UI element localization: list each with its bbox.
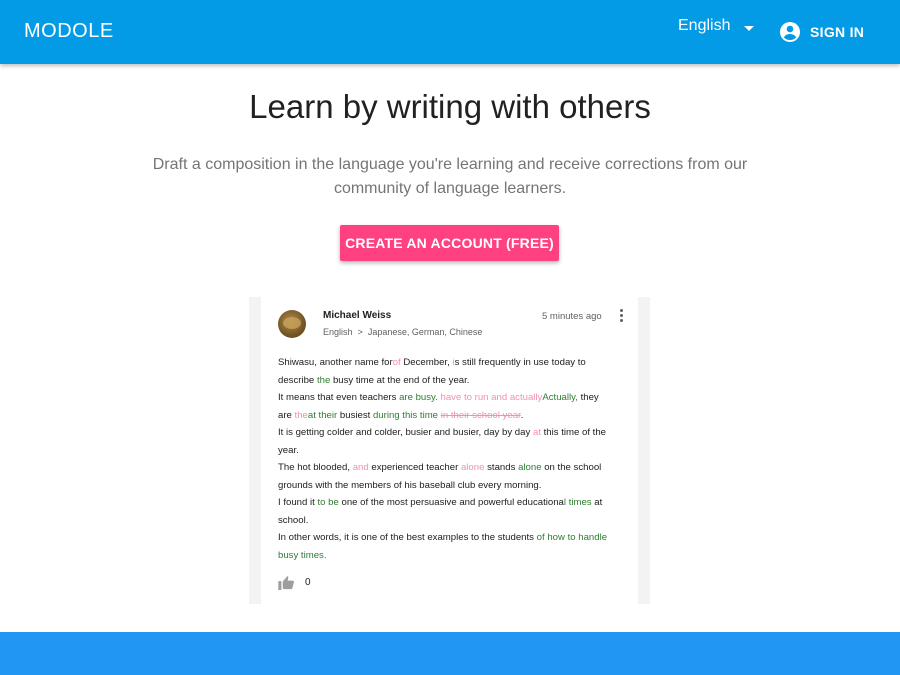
correction-insert: of how to handle: [536, 532, 608, 543]
hero-subtitle-line-2: community of language learners.: [333, 180, 567, 197]
language-select[interactable]: English: [678, 17, 755, 35]
post-text: stands: [484, 462, 519, 473]
post-text: grounds with the members of his baseball…: [278, 479, 542, 491]
post-line: I found it to be one of the most persuas…: [278, 494, 623, 512]
account-circle-icon: [780, 22, 800, 42]
chevron-down-icon: [744, 25, 755, 31]
post-text: school.: [278, 514, 309, 526]
sign-in-button[interactable]: SIGN IN: [778, 20, 864, 44]
post-text: It is getting colder and colder, busier …: [278, 427, 533, 438]
post-text: on the school: [541, 462, 602, 473]
post-line: It means that even teachers are busy. ha…: [278, 389, 623, 407]
post-line: Shiwasu, another name forof December, is…: [278, 354, 623, 372]
post-line: year.: [278, 442, 623, 460]
correction-delete: and: [352, 462, 369, 473]
correction-insert: Actually,: [542, 392, 578, 403]
like-count: 0: [305, 577, 311, 588]
hero-title: Learn by writing with others: [249, 88, 651, 125]
post-timestamp: 5 minutes ago: [542, 311, 602, 322]
post-text: experienced teacher: [368, 462, 461, 473]
post-text: busiest: [337, 409, 373, 421]
hero-subtitle-line-1: Draft a composition in the language you'…: [152, 156, 748, 173]
post-text: It means that even teachers: [278, 392, 400, 403]
correction-delete: in their school year: [440, 409, 521, 421]
correction-delete: at: [532, 427, 541, 438]
avatar: [278, 310, 306, 338]
post-line: describe the busy time at the end of the…: [278, 372, 623, 390]
correction-insert: during this time: [372, 409, 439, 421]
post-line: busy times.: [278, 547, 623, 565]
post-text: one of the most persuasive and powerful …: [338, 497, 564, 508]
correction-insert: busy times.: [278, 549, 327, 561]
sample-post-card: Michael Weiss English > Japanese, German…: [261, 297, 638, 604]
app-bar: MODOLE English SIGN IN: [0, 0, 900, 64]
post-line: grounds with the members of his baseball…: [278, 477, 623, 495]
like-bar: 0: [278, 575, 311, 590]
sample-post-preview: Michael Weiss English > Japanese, German…: [249, 297, 650, 604]
target-languages: Japanese, German, Chinese: [367, 327, 483, 337]
post-text: year.: [278, 444, 299, 456]
thumb-up-icon[interactable]: [278, 575, 295, 590]
post-text: at: [591, 497, 603, 508]
post-text: they: [577, 392, 599, 403]
correction-delete: of: [392, 357, 401, 368]
post-text: this time of the: [540, 427, 607, 438]
correction-insert: l times: [563, 497, 592, 508]
correction-delete: the: [294, 409, 308, 421]
author-name: Michael Weiss: [323, 310, 392, 321]
language-arrow: >: [357, 327, 363, 337]
footer-band: [0, 632, 900, 675]
post-text: busy time at the end of the year.: [330, 374, 470, 386]
correction-insert: the: [316, 374, 331, 386]
post-text: I found it: [278, 497, 318, 508]
correction-insert: to be: [317, 497, 339, 508]
language-select-label: English: [678, 17, 731, 34]
create-account-button[interactable]: CREATE AN ACCOUNT (FREE): [340, 225, 559, 261]
more-vert-icon[interactable]: [617, 308, 625, 324]
correction-delete: have to run and actually: [440, 392, 543, 403]
post-line: It is getting colder and colder, busier …: [278, 424, 623, 442]
native-language: English: [323, 327, 353, 337]
post-line: The hot blooded, and experienced teacher…: [278, 459, 623, 477]
post-text: s still frequently in use today to: [454, 357, 586, 368]
post-text: are: [278, 409, 295, 421]
brand-logo[interactable]: MODOLE: [24, 20, 114, 43]
sign-in-label: SIGN IN: [810, 24, 865, 40]
post-line: school.: [278, 512, 623, 530]
correction-insert: alone: [518, 462, 542, 473]
hero-subtitle: Draft a composition in the language you'…: [140, 153, 760, 201]
post-text: December,: [400, 357, 453, 368]
post-line: In other words, it is one of the best ex…: [278, 529, 623, 547]
post-text: In other words, it is one of the best ex…: [278, 532, 537, 543]
post-text: The hot blooded,: [278, 462, 353, 473]
post-body: Shiwasu, another name forof December, is…: [278, 354, 623, 564]
correction-delete: alone: [460, 462, 485, 473]
language-pair: English > Japanese, German, Chinese: [323, 327, 482, 337]
post-text: describe: [278, 374, 317, 386]
post-text: Shiwasu, another name for: [278, 357, 393, 368]
correction-insert: at their: [307, 409, 338, 421]
post-line: are theat their busiest during this time…: [278, 407, 623, 425]
post-text: .: [520, 409, 524, 421]
correction-insert: are busy.: [399, 392, 438, 403]
